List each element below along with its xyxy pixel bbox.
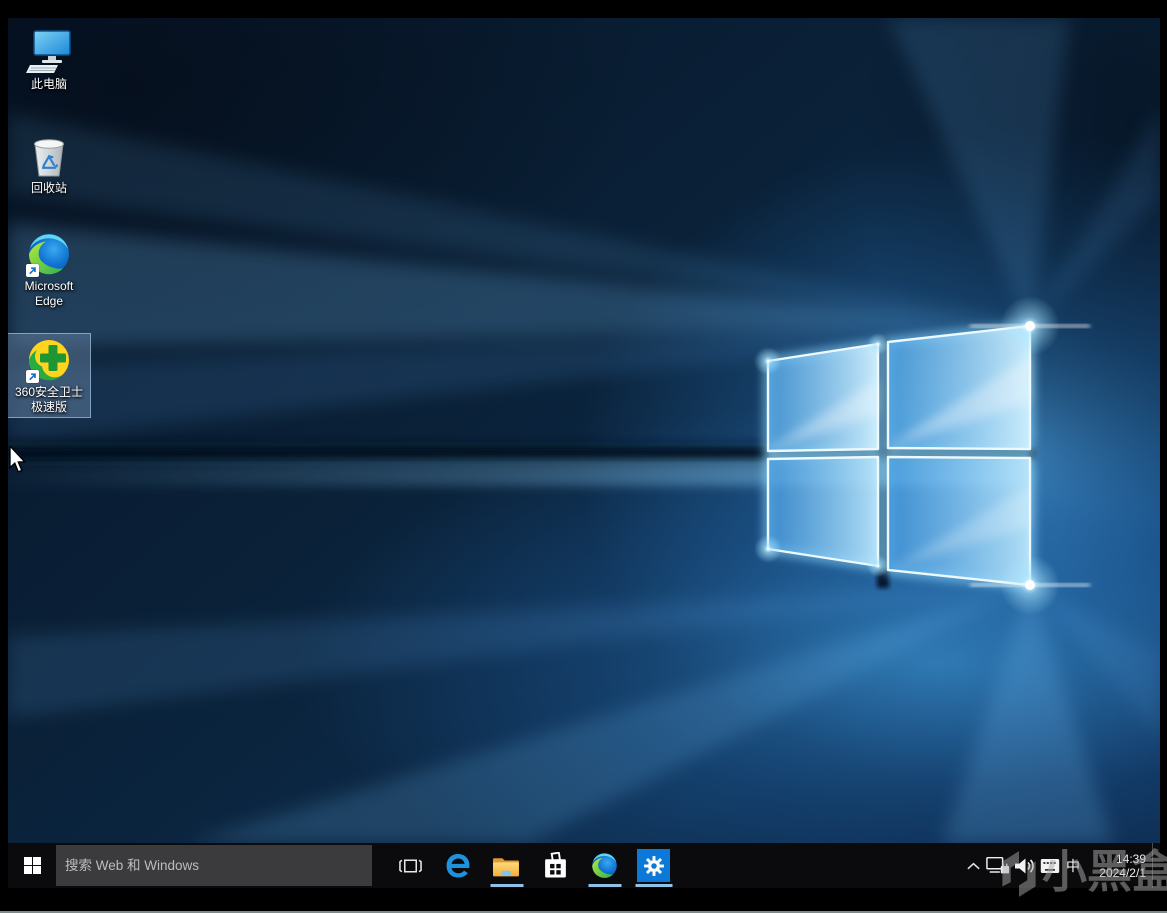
windows-hero-wallpaper [8, 18, 1160, 843]
desktop-icon-360-safe[interactable]: 360安全卫士极速版 [8, 333, 91, 418]
desktop-icon-label: 360安全卫士极速版 [14, 385, 84, 414]
360-safe-icon [25, 337, 73, 383]
file-explorer-icon [493, 858, 519, 877]
tray-network-button[interactable] [984, 843, 1012, 888]
task-view-icon [398, 858, 422, 873]
taskbar-app-file-explorer[interactable] [482, 843, 531, 888]
screen: 此电脑 回收站 Microsoft Edge 360安全卫士极速版 搜索 Web… [8, 18, 1160, 888]
desktop-icon-label: 此电脑 [30, 77, 67, 91]
network-icon [986, 856, 1010, 873]
tray-volume-button[interactable] [1012, 843, 1038, 888]
task-view-button[interactable] [387, 843, 433, 888]
shortcut-arrow-icon [26, 370, 39, 383]
tray-chevron-up-button[interactable] [962, 843, 984, 888]
recycle-bin-icon [25, 133, 73, 179]
screenshot-frame: 此电脑 回收站 Microsoft Edge 360安全卫士极速版 搜索 Web… [0, 0, 1167, 913]
desktop-icon-recycle-bin[interactable]: 回收站 [8, 130, 90, 198]
show-desktop-button[interactable] [1153, 843, 1160, 888]
desktop-icon-label: Microsoft Edge [24, 279, 74, 308]
taskbar-app-microsoft-store[interactable] [531, 843, 580, 888]
clock-time: 14:39 [1115, 852, 1146, 866]
taskbar-app-microsoft-edge[interactable] [580, 843, 629, 888]
taskbar-app-settings[interactable] [629, 843, 678, 888]
mouse-cursor [9, 446, 27, 473]
gear-icon [643, 855, 664, 876]
system-tray: 中 14:39 2024/2/1 [962, 843, 1160, 888]
microsoft-edge-icon [592, 853, 617, 878]
desktop-icon-label: 回收站 [30, 181, 67, 195]
desktop-icon-microsoft-edge[interactable]: Microsoft Edge [8, 228, 90, 311]
tray-ime-keyboard-button[interactable] [1038, 843, 1062, 888]
windows-logo-icon [23, 857, 41, 874]
this-pc-icon [25, 29, 73, 75]
taskbar-search-box[interactable] [56, 845, 372, 886]
desktop[interactable]: 此电脑 回收站 Microsoft Edge 360安全卫士极速版 [8, 18, 1160, 843]
tray-clock[interactable]: 14:39 2024/2/1 [1084, 851, 1146, 880]
desktop-icon-this-pc[interactable]: 此电脑 [8, 26, 90, 94]
shortcut-arrow-icon [26, 264, 39, 277]
settings-tile [637, 849, 670, 882]
volume-icon [1015, 858, 1034, 873]
microsoft-edge-icon [25, 231, 73, 277]
taskbar-app-edge-legacy[interactable] [433, 843, 482, 888]
microsoft-store-icon [545, 852, 566, 878]
start-button[interactable] [8, 843, 56, 888]
clock-date: 2024/2/1 [1099, 866, 1146, 880]
search-input[interactable] [56, 845, 372, 886]
ime-keyboard-icon [1040, 858, 1060, 873]
chevron-up-icon [966, 862, 980, 869]
tray-ime-indicator[interactable]: 中 [1062, 843, 1084, 888]
taskbar: 中 14:39 2024/2/1 [8, 843, 1160, 888]
edge-legacy-icon [446, 853, 469, 878]
